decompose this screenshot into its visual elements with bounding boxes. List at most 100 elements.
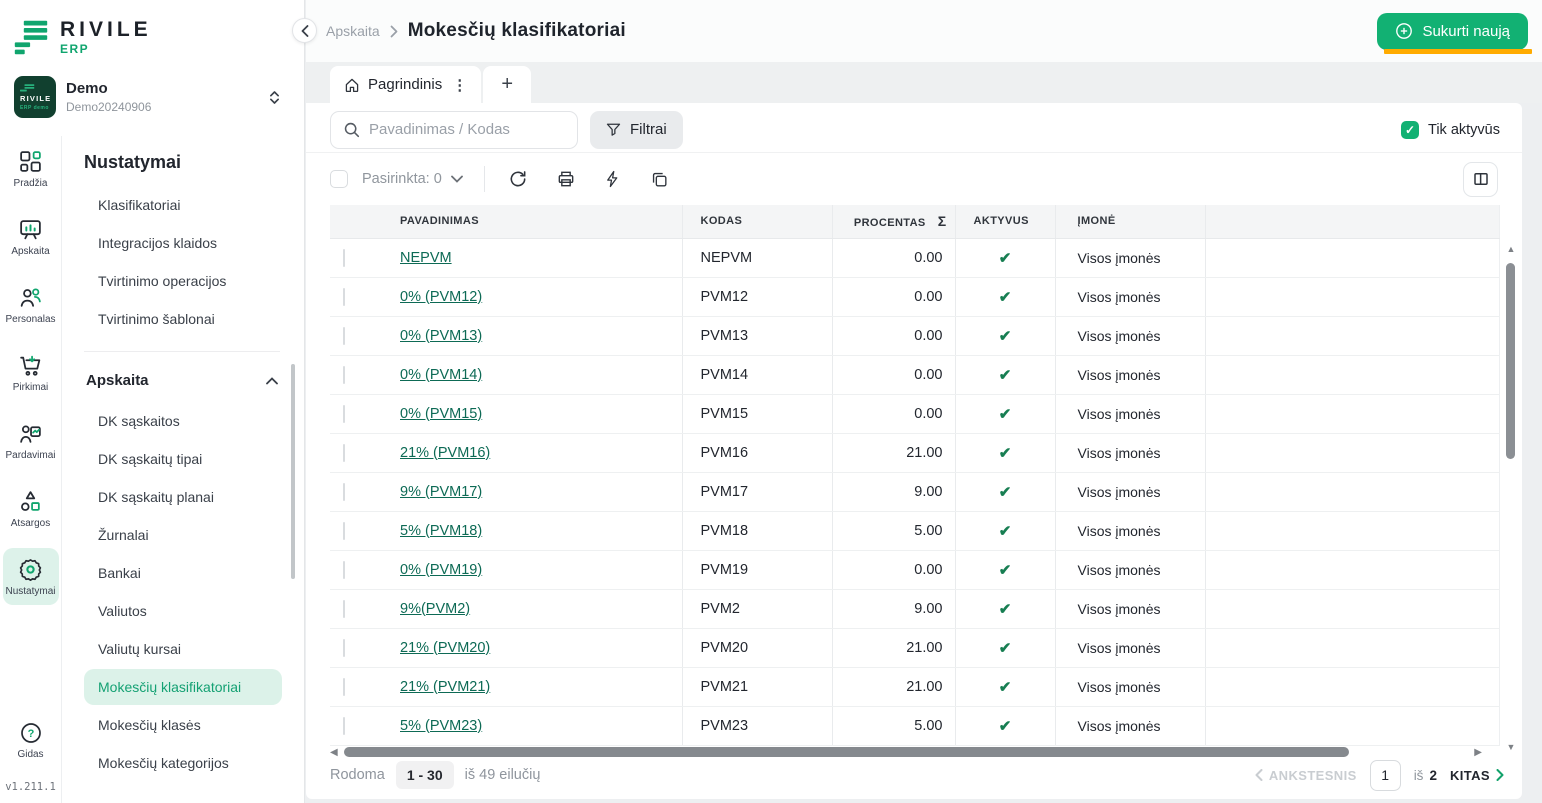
row-checkbox[interactable]: [343, 717, 345, 735]
workspace-switcher[interactable]: RIVILE ERP demo Demo Demo20240906: [12, 76, 290, 118]
row-name-link[interactable]: 0% (PVM14): [400, 367, 482, 383]
row-code: PVM14: [682, 355, 832, 394]
data-table: PAVADINIMAS KODAS PROCENTASΣ AKTYVUS ĮMO…: [330, 205, 1500, 746]
filters-button[interactable]: Filtrai: [590, 111, 683, 149]
column-header-name[interactable]: PAVADINIMAS: [400, 205, 682, 238]
app-logo[interactable]: RIVILE ERP: [12, 16, 290, 58]
row-name-link[interactable]: 5% (PVM23): [400, 718, 482, 734]
scroll-down-arrow[interactable]: ▼: [1504, 741, 1518, 753]
rail-item-pirkimai[interactable]: Pirkimai: [3, 344, 59, 401]
sidebar-item[interactable]: Mokesčių klasės: [84, 707, 282, 743]
column-header-active[interactable]: AKTYVUS: [955, 205, 1055, 238]
row-checkbox[interactable]: [343, 288, 345, 306]
sidebar-item[interactable]: Mokesčių kategorijos: [84, 745, 282, 781]
workspace-updown-icon[interactable]: [269, 90, 290, 105]
rail-item-pradzia[interactable]: Pradžia: [3, 140, 59, 197]
row-name-link[interactable]: 5% (PVM18): [400, 523, 482, 539]
sidebar-item[interactable]: Valiutos: [84, 593, 282, 629]
vertical-scrollbar-thumb[interactable]: [1506, 263, 1515, 459]
breadcrumb-parent[interactable]: Apskaita: [326, 23, 380, 39]
row-checkbox[interactable]: [343, 678, 345, 696]
copy-icon: [650, 170, 669, 189]
brand-sub: ERP: [60, 42, 152, 56]
rail-item-atsargos[interactable]: Atsargos: [3, 480, 59, 537]
row-code: PVM19: [682, 550, 832, 589]
current-page-input[interactable]: 1: [1370, 760, 1401, 791]
plus-circle-icon: [1395, 22, 1413, 40]
sum-icon[interactable]: Σ: [938, 213, 947, 229]
rail-item-pardavimai[interactable]: Pardavimai: [3, 412, 59, 469]
row-name-link[interactable]: 9% (PVM17): [400, 484, 482, 500]
table-body: NEPVMNEPVM0.00✔Visos įmonės 0% (PVM12) PVM…: [330, 238, 1500, 745]
scroll-up-arrow[interactable]: ▲: [1504, 243, 1518, 255]
row-checkbox[interactable]: [343, 405, 345, 423]
row-checkbox[interactable]: [343, 522, 345, 540]
print-button[interactable]: [554, 167, 578, 191]
row-name-link[interactable]: 21% (PVM16): [400, 445, 490, 461]
rail-item-gidas[interactable]: ? Gidas: [3, 715, 59, 765]
sidebar-item[interactable]: DK sąskaitų planai: [84, 479, 282, 515]
row-checkbox[interactable]: [343, 327, 345, 345]
row-name-link[interactable]: 0% (PVM13): [400, 328, 482, 344]
sidebar-collapse-button[interactable]: [292, 18, 317, 43]
previous-page-button[interactable]: ANKSTESNIS: [1255, 768, 1357, 783]
column-header-code[interactable]: KODAS: [682, 205, 832, 238]
row-name-link[interactable]: 0% (PVM12): [400, 289, 482, 305]
check-icon: ✔: [999, 718, 1012, 735]
sidebar-item[interactable]: Tvirtinimo šablonai: [84, 301, 282, 337]
add-tab-button[interactable]: +: [483, 66, 531, 103]
row-checkbox[interactable]: [343, 249, 345, 267]
row-name-link[interactable]: 21% (PVM20): [400, 640, 490, 656]
row-checkbox[interactable]: [343, 366, 345, 384]
create-new-button[interactable]: Sukurti naują: [1377, 13, 1528, 50]
row-name-link[interactable]: 21% (PVM21): [400, 679, 490, 695]
sidebar-item[interactable]: Mokesčių klasifikatoriai: [84, 669, 282, 705]
search-icon: [343, 121, 360, 138]
sidebar-item[interactable]: Valiutų kursai: [84, 631, 282, 667]
app-version: v1.211.1: [5, 781, 56, 793]
sidebar-item[interactable]: Klasifikatoriai: [84, 187, 282, 223]
row-checkbox[interactable]: [343, 561, 345, 579]
check-icon: ✔: [999, 406, 1012, 423]
sidebar-scrollbar-thumb[interactable]: [291, 364, 295, 579]
table-row: NEPVMNEPVM0.00✔Visos įmonės: [330, 238, 1500, 277]
row-name-link[interactable]: 0% (PVM19): [400, 562, 482, 578]
pagination: ANKSTESNIS 1 iš 2 KITAS: [1255, 760, 1504, 791]
sidebar-item[interactable]: DK sąskaitos: [84, 403, 282, 439]
column-header-percent[interactable]: PROCENTASΣ: [832, 205, 955, 238]
row-checkbox[interactable]: [343, 600, 345, 618]
gear-icon: [18, 557, 43, 582]
chevron-down-icon[interactable]: [451, 175, 463, 183]
copy-button[interactable]: [648, 168, 671, 191]
tab-pagrindinis[interactable]: Pagrindinis ⋮: [330, 66, 481, 103]
checkbox-checked-icon[interactable]: ✓: [1401, 121, 1419, 139]
row-checkbox[interactable]: [343, 483, 345, 501]
row-company: Visos įmonės: [1055, 589, 1205, 628]
sidebar-item[interactable]: Tvirtinimo operacijos: [84, 263, 282, 299]
rail-item-personalas[interactable]: Personalas: [3, 276, 59, 333]
vertical-scrollbar[interactable]: ▲ ▼: [1504, 243, 1518, 753]
refresh-button[interactable]: [506, 167, 530, 191]
search-input[interactable]: [369, 121, 567, 138]
active-only-toggle[interactable]: ✓ Tik aktyvūs: [1401, 121, 1500, 139]
row-checkbox[interactable]: [343, 639, 345, 657]
row-checkbox[interactable]: [343, 444, 345, 462]
column-settings-button[interactable]: [1463, 162, 1498, 197]
rail-item-apskaita[interactable]: Apskaita: [3, 208, 59, 265]
row-name-link[interactable]: 0% (PVM15): [400, 406, 482, 422]
select-all-checkbox[interactable]: [330, 170, 348, 188]
menu-section-apskaita[interactable]: Apskaita: [84, 360, 304, 403]
check-icon: ✔: [999, 250, 1012, 267]
sidebar-item[interactable]: DK sąskaitų tipai: [84, 441, 282, 477]
sidebar-item[interactable]: Bankai: [84, 555, 282, 591]
rail-item-nustatymai[interactable]: Nustatymai: [3, 548, 59, 605]
tab-menu-icon[interactable]: ⋮: [450, 76, 469, 94]
sidebar-item[interactable]: Integracijos klaidos: [84, 225, 282, 261]
quick-actions-button[interactable]: [602, 167, 624, 191]
column-header-company[interactable]: ĮMONĖ: [1055, 205, 1205, 238]
showing-label: Rodoma: [330, 767, 385, 783]
sidebar-item[interactable]: Žurnalai: [84, 517, 282, 553]
next-page-button[interactable]: KITAS: [1450, 768, 1504, 783]
row-name-link[interactable]: 9%(PVM2): [400, 601, 470, 617]
row-name-link[interactable]: NEPVM: [400, 250, 452, 266]
